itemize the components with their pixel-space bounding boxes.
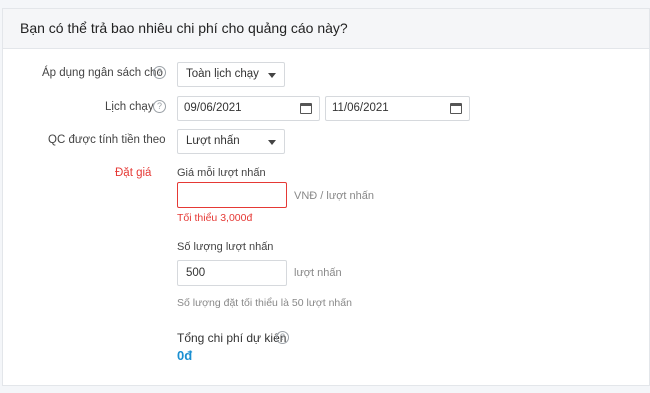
calendar-icon[interactable] [300, 103, 312, 114]
billing-select-value: Lượt nhấn [186, 135, 240, 147]
billing-select[interactable]: Lượt nhấn [177, 129, 285, 154]
help-icon[interactable]: ? [153, 100, 166, 113]
chevron-down-icon [268, 140, 276, 145]
price-error: Tối thiểu 3,000đ [177, 212, 253, 224]
start-date-value: 09/06/2021 [184, 102, 242, 114]
billing-label: QC được tính tiền theo [48, 134, 166, 146]
budget-select[interactable]: Toàn lịch chạy [177, 62, 285, 87]
total-value: 0đ [177, 348, 193, 363]
total-label: Tổng chi phí dự kiến [177, 331, 287, 345]
budget-label: Áp dụng ngân sách cho [42, 67, 163, 79]
card-title: Bạn có thể trả bao nhiêu chi phí cho quả… [20, 20, 348, 36]
qty-input-value: 500 [186, 267, 206, 279]
card-header: Bạn có thể trả bao nhiêu chi phí cho quả… [3, 9, 649, 49]
help-icon[interactable]: ? [276, 331, 289, 344]
qty-input[interactable]: 500 [177, 260, 287, 286]
help-icon[interactable]: ? [153, 66, 166, 79]
qty-hint: Số lượng đặt tối thiểu là 50 lượt nhấn [177, 297, 352, 309]
end-date-input[interactable]: 11/06/2021 [325, 96, 470, 121]
chevron-down-icon [268, 73, 276, 78]
qty-label: Số lượng lượt nhấn [177, 241, 274, 253]
price-unit: VNĐ / lượt nhấn [294, 190, 374, 202]
price-label: Giá mỗi lượt nhấn [177, 167, 266, 179]
calendar-icon[interactable] [450, 103, 462, 114]
schedule-label: Lịch chạy [105, 101, 154, 113]
budget-select-value: Toàn lịch chạy [186, 68, 259, 80]
price-input[interactable] [177, 182, 287, 208]
end-date-value: 11/06/2021 [332, 102, 389, 114]
bid-label: Đặt giá [115, 167, 152, 179]
start-date-input[interactable]: 09/06/2021 [177, 96, 320, 121]
qty-unit: lượt nhấn [294, 267, 342, 279]
